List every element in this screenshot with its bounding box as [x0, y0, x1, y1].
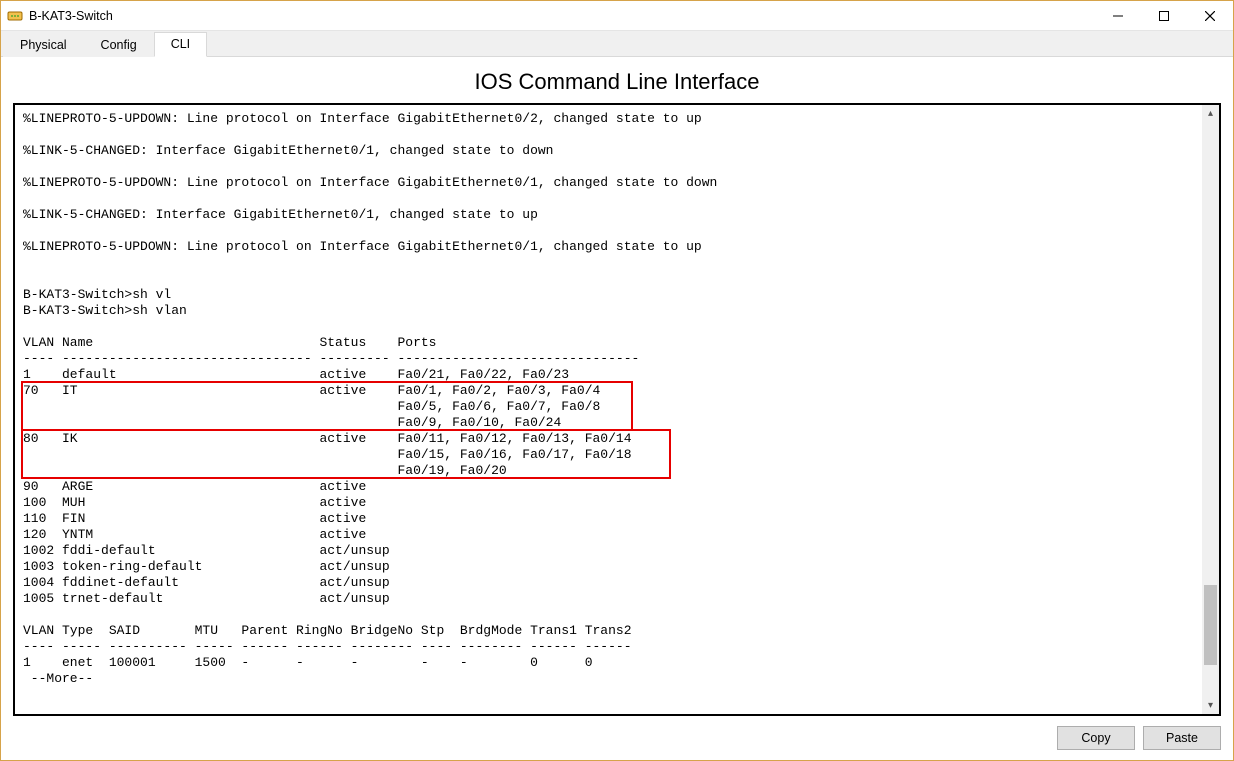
terminal-line: 70 IT active Fa0/1, Fa0/2, Fa0/3, Fa0/4 — [23, 383, 1211, 399]
terminal-line: 120 YNTM active — [23, 527, 1211, 543]
scroll-down-icon[interactable]: ▾ — [1202, 697, 1219, 714]
terminal-line — [23, 319, 1211, 335]
terminal-line: B-KAT3-Switch>sh vlan — [23, 303, 1211, 319]
terminal-line: 1004 fddinet-default act/unsup — [23, 575, 1211, 591]
window-controls — [1095, 1, 1233, 30]
copy-button[interactable]: Copy — [1057, 726, 1135, 750]
terminal-line — [23, 159, 1211, 175]
content-area: IOS Command Line Interface %LINEPROTO-5-… — [1, 57, 1233, 760]
terminal-line: %LINK-5-CHANGED: Interface GigabitEthern… — [23, 207, 1211, 223]
terminal-line: 1 enet 100001 1500 - - - - - 0 0 — [23, 655, 1211, 671]
minimize-button[interactable] — [1095, 1, 1141, 30]
terminal-line: 1003 token-ring-default act/unsup — [23, 559, 1211, 575]
button-row: Copy Paste — [13, 716, 1221, 750]
terminal-line — [23, 223, 1211, 239]
terminal-line — [23, 127, 1211, 143]
terminal-line: 1002 fddi-default act/unsup — [23, 543, 1211, 559]
tab-bar: Physical Config CLI — [1, 31, 1233, 57]
close-button[interactable] — [1187, 1, 1233, 30]
app-icon — [7, 8, 23, 24]
terminal-line: 80 IK active Fa0/11, Fa0/12, Fa0/13, Fa0… — [23, 431, 1211, 447]
paste-button[interactable]: Paste — [1143, 726, 1221, 750]
terminal-line — [23, 255, 1211, 271]
titlebar: B-KAT3-Switch — [1, 1, 1233, 31]
tab-physical[interactable]: Physical — [3, 33, 84, 57]
terminal-line: Fa0/19, Fa0/20 — [23, 463, 1211, 479]
terminal-line: %LINEPROTO-5-UPDOWN: Line protocol on In… — [23, 239, 1211, 255]
scrollbar[interactable]: ▴ ▾ — [1202, 105, 1219, 714]
terminal-container: %LINEPROTO-5-UPDOWN: Line protocol on In… — [13, 103, 1221, 716]
terminal-line: --More-- — [23, 671, 1211, 687]
scroll-thumb[interactable] — [1204, 585, 1217, 665]
app-window: B-KAT3-Switch Physical Config CLI IOS Co… — [0, 0, 1234, 761]
terminal-line: 1 default active Fa0/21, Fa0/22, Fa0/23 — [23, 367, 1211, 383]
terminal-line — [23, 271, 1211, 287]
terminal-line: 90 ARGE active — [23, 479, 1211, 495]
scroll-up-icon[interactable]: ▴ — [1202, 105, 1219, 122]
terminal-line: %LINEPROTO-5-UPDOWN: Line protocol on In… — [23, 111, 1211, 127]
terminal-line: ---- -------------------------------- --… — [23, 351, 1211, 367]
terminal-line: 100 MUH active — [23, 495, 1211, 511]
terminal-line: Fa0/9, Fa0/10, Fa0/24 — [23, 415, 1211, 431]
terminal-line: 1005 trnet-default act/unsup — [23, 591, 1211, 607]
maximize-button[interactable] — [1141, 1, 1187, 30]
terminal-line: VLAN Type SAID MTU Parent RingNo BridgeN… — [23, 623, 1211, 639]
terminal-line: %LINEPROTO-5-UPDOWN: Line protocol on In… — [23, 175, 1211, 191]
terminal-line: B-KAT3-Switch>sh vl — [23, 287, 1211, 303]
terminal-line: 110 FIN active — [23, 511, 1211, 527]
tab-cli[interactable]: CLI — [154, 32, 207, 57]
tab-config[interactable]: Config — [84, 33, 154, 57]
terminal-line: Fa0/5, Fa0/6, Fa0/7, Fa0/8 — [23, 399, 1211, 415]
terminal-output[interactable]: %LINEPROTO-5-UPDOWN: Line protocol on In… — [15, 105, 1219, 714]
terminal-line — [23, 191, 1211, 207]
terminal-line — [23, 607, 1211, 623]
terminal-line: Fa0/15, Fa0/16, Fa0/17, Fa0/18 — [23, 447, 1211, 463]
terminal-line: %LINK-5-CHANGED: Interface GigabitEthern… — [23, 143, 1211, 159]
page-title: IOS Command Line Interface — [13, 57, 1221, 103]
terminal-line: VLAN Name Status Ports — [23, 335, 1211, 351]
window-title: B-KAT3-Switch — [29, 9, 113, 23]
terminal-line: ---- ----- ---------- ----- ------ -----… — [23, 639, 1211, 655]
